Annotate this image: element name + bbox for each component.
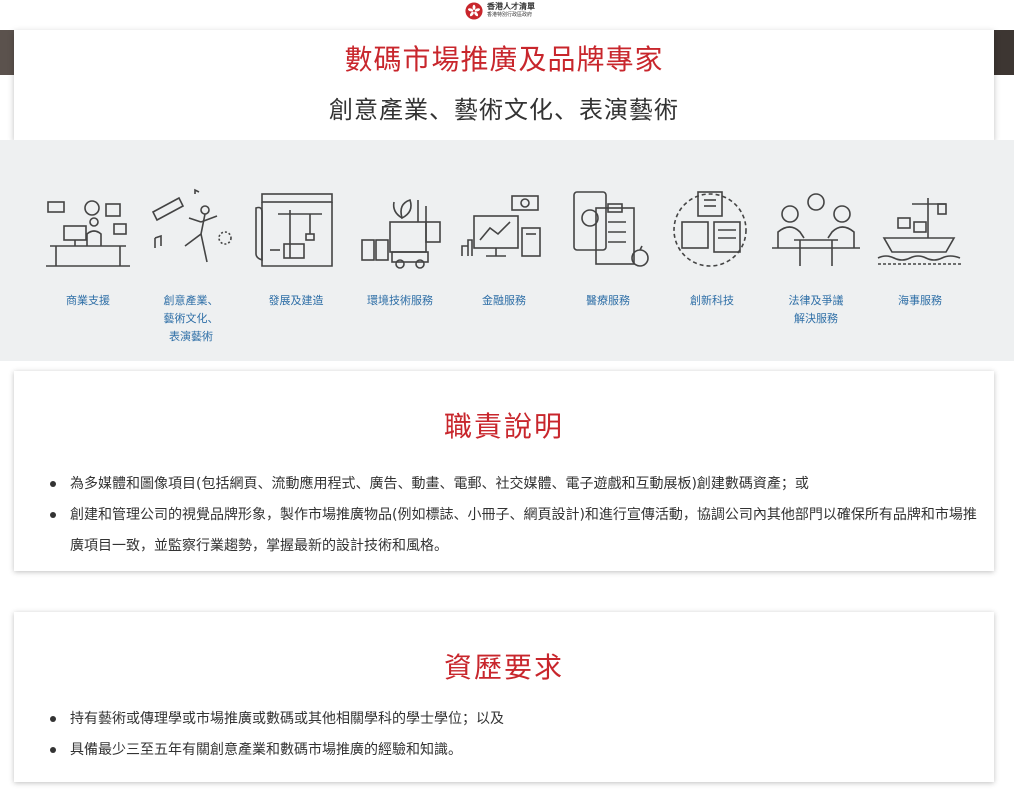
medical-icon [573, 191, 649, 267]
sector-label: 創意產業、 藝術文化、 表演藝術 [163, 294, 219, 343]
sector-list: 商業支援 創意產業、 藝術文化、 表演藝術 發展及建造 環境技術服務 金融服務 … [0, 140, 1014, 361]
maritime-icon [877, 198, 962, 265]
sector-label: 發展及建造 [268, 294, 324, 307]
sector-label: 醫療服務 [586, 294, 630, 307]
logo-subtitle: 香港特別行政區政府 [487, 12, 533, 18]
sector-label: 海事服務 [898, 294, 942, 307]
creative-arts-icon [151, 188, 232, 263]
sector-environment[interactable]: 環境技術服務 [348, 188, 452, 310]
sector-finance[interactable]: 金融服務 [452, 188, 556, 310]
duties-card: 職責說明 為多媒體和圖像項目(包括網頁、流動應用程式、廣告、動畫、電郵、社交媒體… [14, 371, 994, 571]
list-item: 創建和管理公司的視覺品牌形象，製作市場推廣物品(例如標誌、小冊子、網頁設計)和進… [14, 500, 994, 562]
list-item: 為多媒體和圖像項目(包括網頁、流動應用程式、廣告、動畫、電郵、社交媒體、電子遊戲… [14, 469, 994, 500]
top-bar: 香港人才清單 香港特別行政區政府 [0, 0, 1014, 30]
sector-construction[interactable]: 發展及建造 [244, 188, 348, 310]
sector-maritime[interactable]: 海事服務 [868, 188, 972, 310]
page-subtitle: 創意產業、藝術文化、表演藝術 [329, 96, 679, 124]
requirements-list: 持有藝術或傳理學或市場推廣或數碼或其他相關學科的學士學位；以及 具備最少三至五年… [14, 704, 994, 766]
sector-business-support[interactable]: 商業支援 [36, 188, 140, 310]
requirements-card: 資歷要求 持有藝術或傳理學或市場推廣或數碼或其他相關學科的學士學位；以及 具備最… [14, 612, 994, 782]
page-title: 數碼市場推廣及品牌專家 [344, 43, 664, 76]
bauhinia-icon [465, 2, 483, 20]
duties-title: 職責說明 [443, 410, 564, 443]
finance-icon [461, 195, 541, 257]
requirements-title: 資歷要求 [443, 651, 564, 684]
business-support-icon [46, 200, 130, 267]
sector-label: 創新科技 [690, 294, 734, 307]
innovation-tech-icon [673, 191, 747, 267]
sector-innovation-tech[interactable]: 創新科技 [660, 188, 764, 310]
environment-icon [361, 198, 441, 269]
sector-medical[interactable]: 醫療服務 [556, 188, 660, 310]
site-logo[interactable]: 香港人才清單 香港特別行政區政府 [465, 0, 535, 22]
sector-label: 環境技術服務 [367, 294, 433, 307]
logo-title: 香港人才清單 [487, 2, 535, 11]
legal-icon [772, 193, 860, 266]
duties-list: 為多媒體和圖像項目(包括網頁、流動應用程式、廣告、動畫、電郵、社交媒體、電子遊戲… [14, 469, 994, 562]
sector-label: 金融服務 [482, 294, 526, 307]
sector-creative-arts[interactable]: 創意產業、 藝術文化、 表演藝術 [139, 188, 243, 346]
sector-legal[interactable]: 法律及爭議 解決服務 [764, 188, 868, 328]
list-item: 具備最少三至五年有關創意產業和數碼市場推廣的經驗和知識。 [14, 735, 994, 766]
list-item: 持有藝術或傳理學或市場推廣或數碼或其他相關學科的學士學位；以及 [14, 704, 994, 735]
sector-label: 商業支援 [66, 294, 110, 307]
hero-card: 數碼市場推廣及品牌專家 創意產業、藝術文化、表演藝術 [14, 30, 994, 140]
construction-icon [255, 193, 333, 267]
sector-label: 法律及爭議 解決服務 [788, 294, 844, 325]
